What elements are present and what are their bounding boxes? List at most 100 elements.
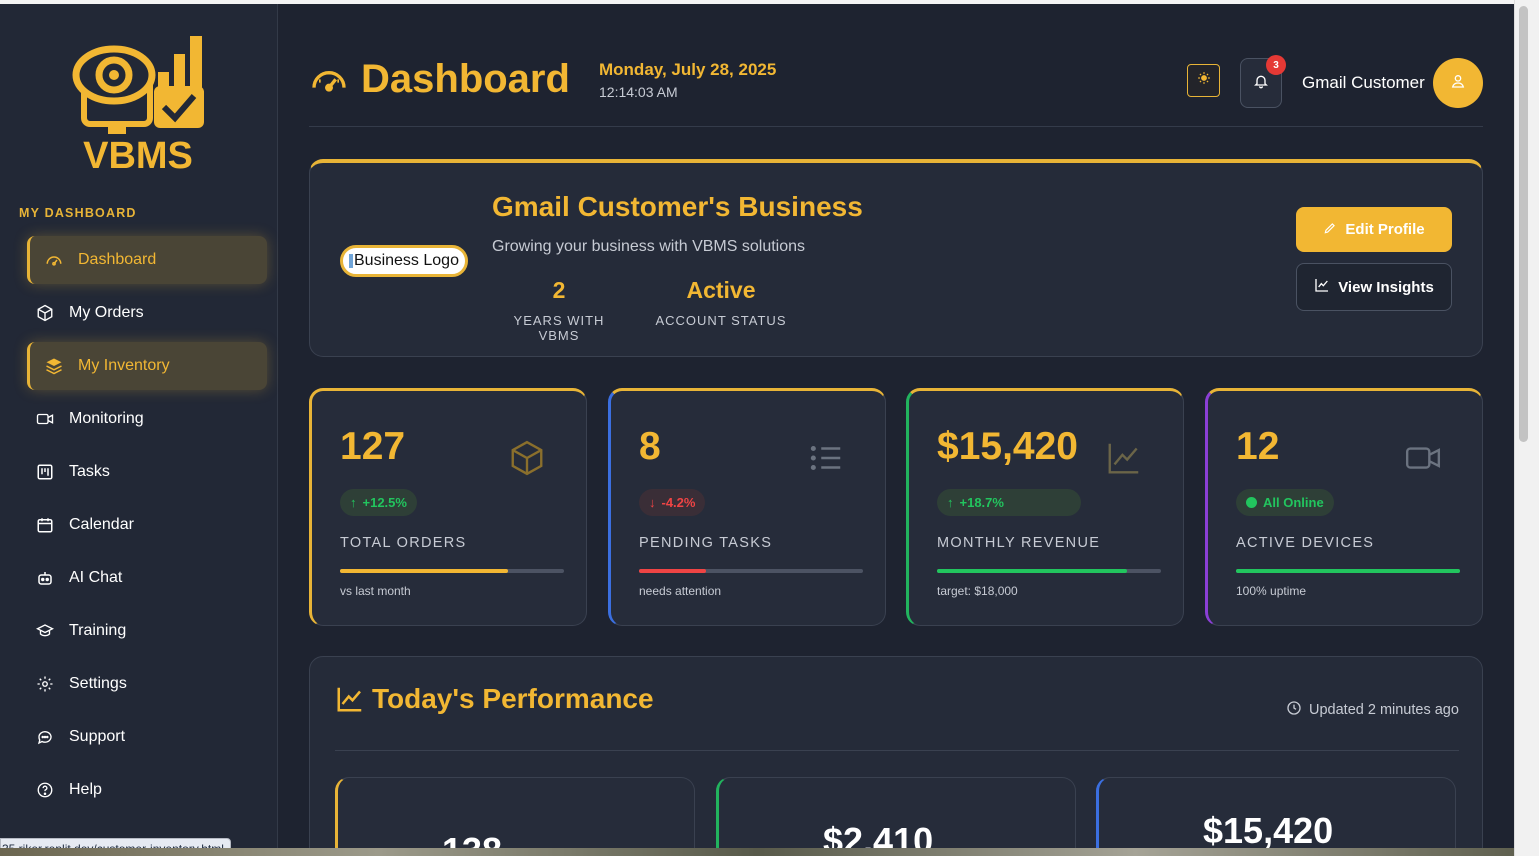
years-value: 2 [552, 277, 566, 303]
sidebar-item-label: AI Chat [69, 569, 123, 586]
gear-icon [35, 674, 55, 694]
monthly-revenue-label: MONTHLY REVENUE [937, 535, 1101, 551]
sidebar-item-calendar[interactable]: Calendar [27, 501, 267, 549]
progress-bar [340, 569, 564, 573]
avatar[interactable] [1433, 58, 1483, 108]
business-name: Gmail Customer's Business [492, 191, 863, 222]
sidebar-item-label: Help [69, 781, 102, 798]
sidebar-item-tasks[interactable]: Tasks [27, 448, 267, 496]
clock-icon [1286, 700, 1302, 720]
sidebar-item-label: Calendar [69, 516, 134, 533]
main-content: Dashboard Monday, July 28, 2025 12:14:03… [279, 4, 1514, 848]
business-profile-card: Business Logo Gmail Customer's Business … [309, 159, 1483, 357]
sidebar-item-dashboard[interactable]: Dashboard [27, 236, 267, 284]
calendar-icon [35, 515, 55, 535]
progress-fill [937, 569, 1128, 573]
sun-icon [1197, 71, 1211, 90]
graduation-cap-icon [35, 621, 55, 641]
sidebar-item-label: Settings [69, 675, 127, 692]
current-date: Monday, July 28, 2025 [599, 60, 777, 79]
progress-bar [1236, 569, 1460, 573]
business-logo-alt: Business Logo [354, 252, 459, 269]
change-value: -4.2% [661, 495, 696, 510]
vertical-scrollbar[interactable] [1514, 0, 1539, 856]
view-insights-label: View Insights [1338, 278, 1434, 296]
performance-value: 138 [442, 830, 502, 848]
theme-toggle-button[interactable] [1187, 64, 1220, 97]
question-circle-icon [35, 780, 55, 800]
sidebar-item-monitoring[interactable]: Monitoring [27, 395, 267, 443]
active-devices-card[interactable]: 12 All Online ACTIVE DEVICES 100% uptime [1205, 388, 1483, 626]
last-updated: Updated 2 minutes ago [1286, 700, 1459, 720]
desktop-edge [0, 848, 1514, 856]
sidebar-item-ai-chat[interactable]: AI Chat [27, 554, 267, 602]
sidebar: VBMS MY DASHBOARD Dashboard My Orders My… [0, 4, 278, 848]
active-devices-label: ACTIVE DEVICES [1236, 535, 1375, 551]
progress-fill [639, 569, 707, 573]
status-value: All Online [1263, 495, 1324, 510]
change-value: +12.5% [362, 495, 407, 510]
scrollbar-thumb[interactable] [1519, 6, 1528, 442]
vbms-logo[interactable]: VBMS [62, 30, 212, 177]
arrow-down-icon: ↓ [649, 495, 656, 510]
gauge-icon [44, 250, 64, 270]
total-orders-label: TOTAL ORDERS [340, 535, 467, 551]
current-time: 12:14:03 AM [599, 84, 678, 100]
progress-bar [937, 569, 1161, 573]
card-note: target: $18,000 [937, 584, 1018, 598]
sidebar-item-training[interactable]: Training [27, 607, 267, 655]
progress-bar [639, 569, 863, 573]
progress-fill [1236, 569, 1460, 573]
status-badge: All Online [1236, 489, 1334, 516]
sidebar-section-label: MY DASHBOARD [19, 206, 137, 220]
performance-card[interactable]: 138 [335, 777, 695, 848]
sidebar-item-support[interactable]: Support [27, 713, 267, 761]
sidebar-item-label: Support [69, 728, 126, 745]
performance-card[interactable]: $15,420 [1096, 777, 1456, 848]
notifications-button[interactable]: 3 [1240, 55, 1286, 108]
sidebar-item-settings[interactable]: Settings [27, 660, 267, 708]
progress-fill [340, 569, 508, 573]
performance-card[interactable]: $2,410 [716, 777, 1076, 848]
box-icon [35, 303, 55, 323]
arrow-up-icon: ↑ [350, 495, 357, 510]
video-icon [35, 409, 55, 429]
performance-value: $2,410 [823, 820, 934, 848]
chart-line-icon [335, 684, 365, 714]
box-icon [508, 439, 546, 477]
total-orders-card[interactable]: 127 ↑ +12.5% TOTAL ORDERS vs last month [309, 388, 587, 626]
sidebar-item-label: My Orders [69, 304, 144, 321]
pending-tasks-label: PENDING TASKS [639, 535, 773, 551]
change-badge: ↑ +12.5% [340, 489, 417, 516]
account-status-label: ACCOUNT STATUS [655, 313, 787, 328]
sidebar-item-label: Training [69, 622, 127, 639]
years-label: YEARS WITH VBMS [513, 313, 605, 343]
sidebar-item-label: Tasks [69, 463, 110, 480]
sidebar-item-label: Dashboard [78, 251, 157, 268]
broken-image-icon [349, 254, 353, 268]
sidebar-item-help[interactable]: Help [27, 766, 267, 814]
pending-tasks-card[interactable]: 8 ↓ -4.2% PENDING TASKS needs attention [608, 388, 886, 626]
sidebar-item-my-orders[interactable]: My Orders [27, 289, 267, 337]
view-insights-button[interactable]: View Insights [1296, 263, 1452, 311]
list-icon [807, 439, 845, 477]
monthly-revenue-card[interactable]: $15,420 ↑ +18.7% MONTHLY REVENUE target:… [906, 388, 1184, 626]
sidebar-item-label: Monitoring [69, 410, 144, 427]
card-note: vs last month [340, 584, 411, 598]
change-badge: ↓ -4.2% [639, 489, 706, 516]
card-note: 100% uptime [1236, 584, 1307, 598]
chat-bubble-icon [35, 727, 55, 747]
last-updated-text: Updated 2 minutes ago [1309, 702, 1459, 718]
change-badge: ↑ +18.7% [937, 489, 1081, 516]
user-icon [1450, 73, 1466, 94]
kanban-icon [35, 462, 55, 482]
brand-text: VBMS [83, 135, 193, 176]
edit-profile-button[interactable]: Edit Profile [1296, 207, 1452, 252]
notification-count-badge: 3 [1266, 55, 1286, 75]
performance-section: Today's Performance Updated 2 minutes ag… [309, 656, 1483, 848]
app-frame: VBMS MY DASHBOARD Dashboard My Orders My… [0, 4, 1514, 848]
user-name[interactable]: Gmail Customer [1302, 73, 1425, 93]
performance-value: $15,420 [1203, 810, 1334, 848]
sidebar-item-my-inventory[interactable]: My Inventory [27, 342, 267, 390]
change-value: +18.7% [959, 495, 1004, 510]
